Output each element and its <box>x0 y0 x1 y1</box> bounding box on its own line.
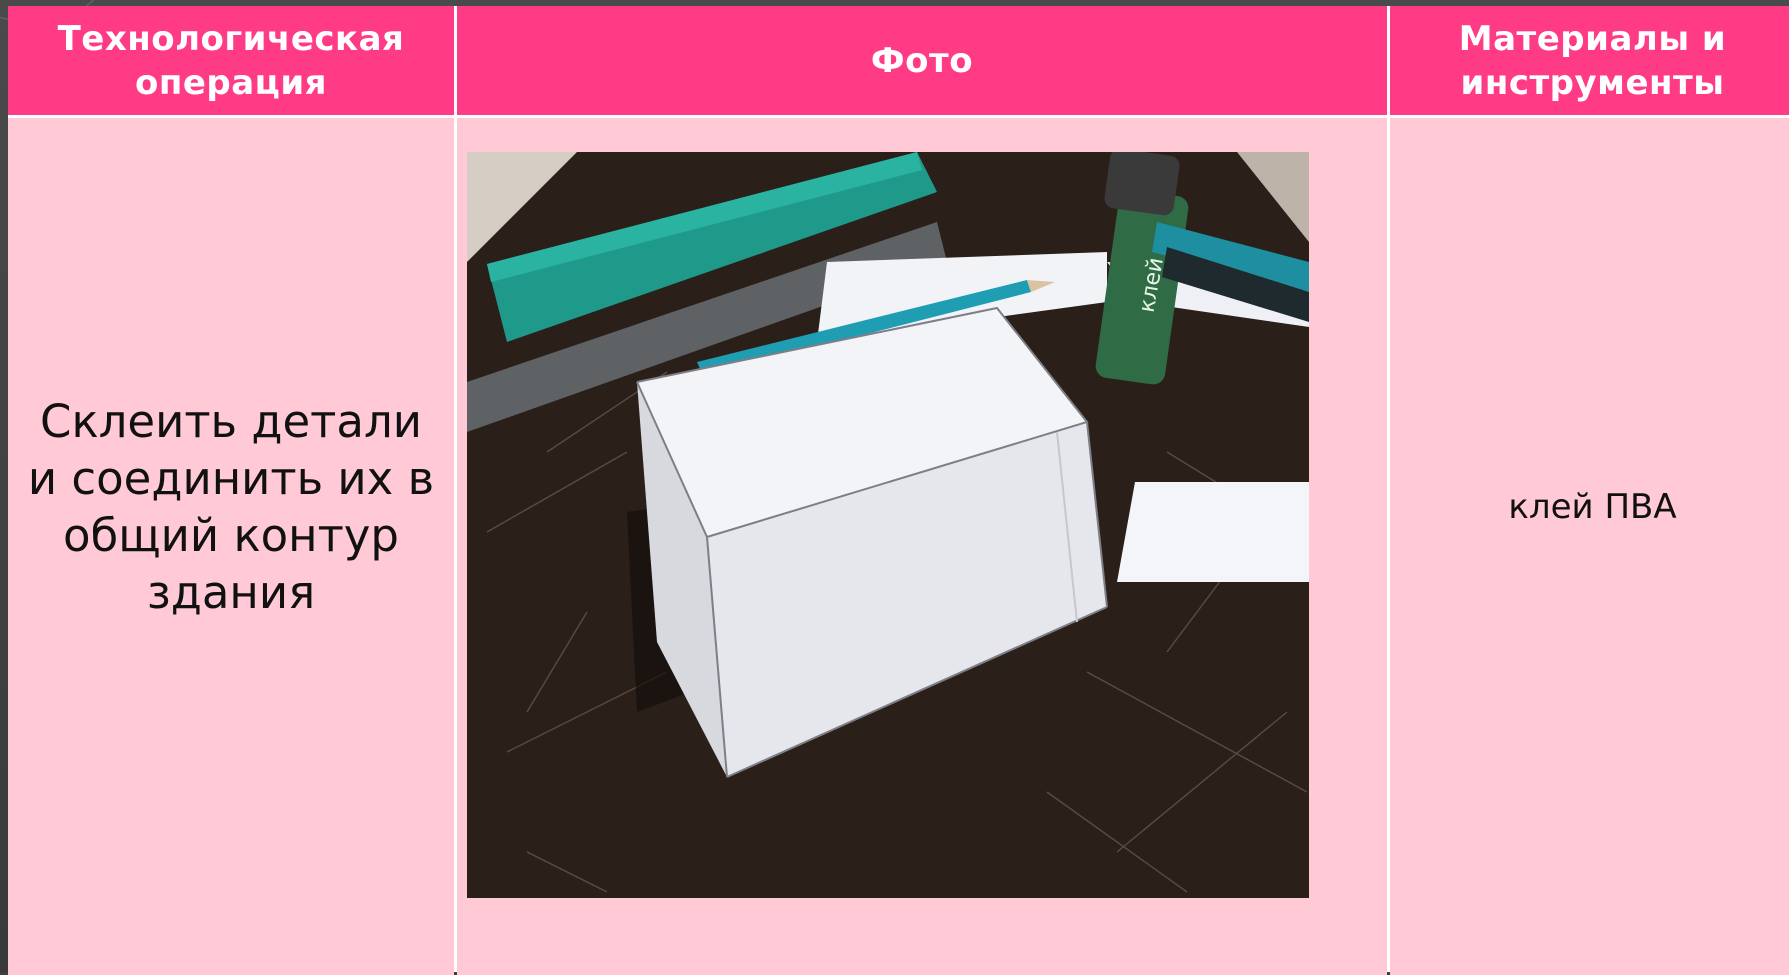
operation-text: Склеить детали и соединить их в общий ко… <box>27 394 435 619</box>
header-materials-label: Материалы и инструменты <box>1458 18 1727 103</box>
paper-sheet-front <box>1117 482 1309 582</box>
operations-table: Технологическая операция Фото Материалы … <box>8 6 1789 975</box>
header-photo: Фото <box>457 6 1387 115</box>
header-photo-label: Фото <box>870 40 974 81</box>
cell-materials: клей ПВА <box>1390 118 1789 975</box>
cell-operation: Склеить детали и соединить их в общий ко… <box>8 118 454 975</box>
cell-photo: клей <box>457 118 1387 975</box>
header-materials: Материалы и инструменты <box>1390 6 1789 115</box>
materials-text: клей ПВА <box>1508 486 1677 527</box>
header-operation-label: Технологическая операция <box>57 18 405 103</box>
paper-box-photo: клей <box>467 152 1309 898</box>
header-operation: Технологическая операция <box>8 6 454 115</box>
glue-stick-cap <box>1104 152 1180 216</box>
